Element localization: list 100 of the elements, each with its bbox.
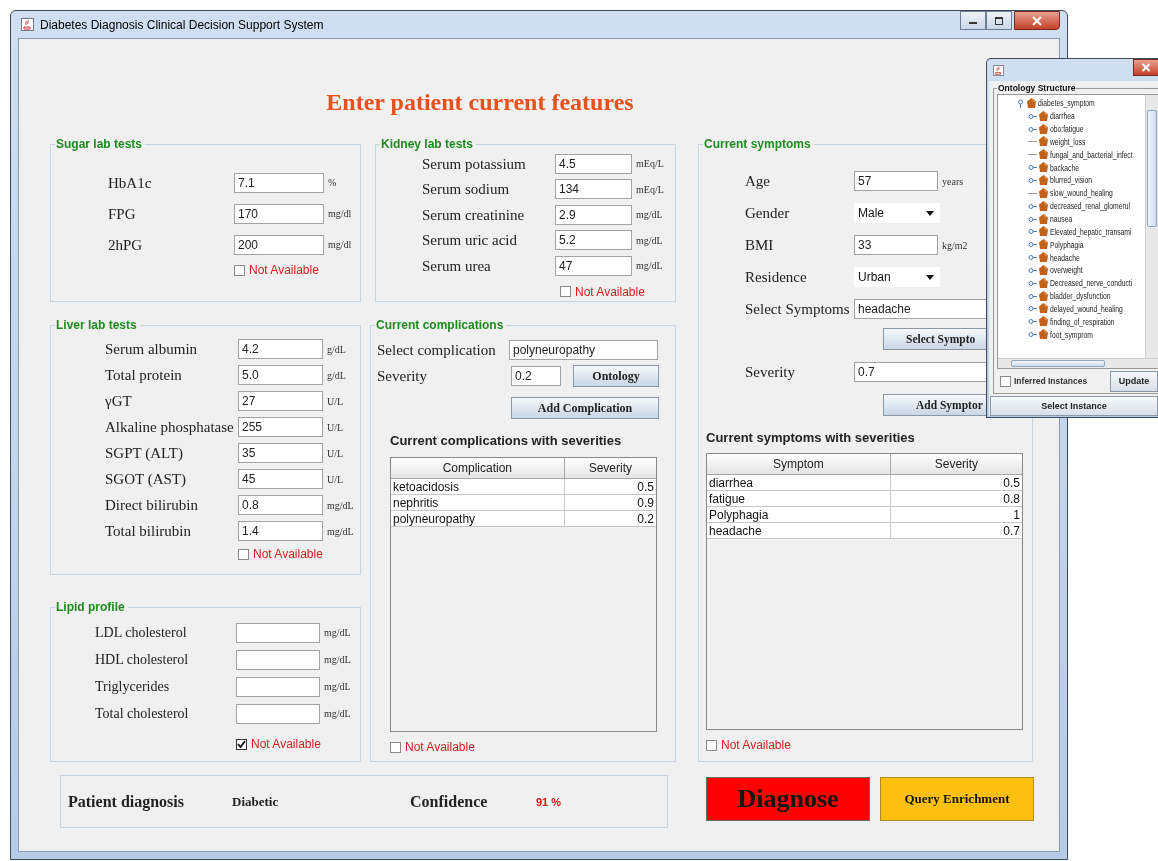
tree-item[interactable]: bladder_dysfunction (1050, 291, 1111, 302)
checkbox[interactable] (560, 286, 571, 297)
input-field[interactable]: 4.2 (238, 339, 323, 359)
tree-handle-icon[interactable] (1028, 317, 1037, 327)
input-field[interactable]: 4.5 (555, 153, 632, 174)
input-field[interactable]: 1.4 (238, 521, 323, 541)
input-field[interactable]: polyneuropathy (509, 340, 658, 360)
tree-item[interactable]: slow_wound_healing (1050, 188, 1113, 199)
vertical-scrollbar[interactable] (1145, 95, 1158, 358)
input-field[interactable]: 7.1 (234, 172, 324, 193)
table-title: Current complications with severities (390, 433, 623, 449)
query-enrichment-button[interactable]: Query Enrichment (880, 777, 1034, 821)
update-button[interactable]: Update (1110, 370, 1158, 392)
input-field[interactable]: 0.8 (238, 495, 323, 515)
checkbox[interactable] (1000, 375, 1011, 387)
input-field[interactable]: 134 (555, 179, 632, 200)
ontology-button[interactable]: Ontology (573, 365, 659, 387)
tree-handle-icon[interactable] (1028, 111, 1037, 121)
tree-handle-icon[interactable] (1028, 124, 1037, 134)
column-header[interactable]: Severity (890, 454, 1022, 475)
column-header[interactable]: Symptom (707, 454, 891, 475)
tree-handle-icon[interactable] (1028, 265, 1037, 275)
tree-item[interactable]: Decreased_nerve_conducti (1050, 278, 1133, 289)
input-field[interactable]: 255 (238, 417, 323, 437)
tree-item[interactable]: backache (1050, 162, 1079, 173)
input-field[interactable]: 33 (854, 235, 938, 255)
input-field[interactable]: 27 (238, 391, 323, 411)
checkbox[interactable] (234, 264, 245, 276)
close-button[interactable] (1133, 59, 1158, 76)
input-field[interactable]: 57 (854, 171, 938, 191)
select-instance-button[interactable]: Select Instance (990, 396, 1158, 416)
tree-handle-icon[interactable] (1028, 176, 1037, 185)
minimize-button[interactable] (960, 11, 986, 30)
input-field[interactable]: 2.9 (555, 204, 632, 225)
field-label: Total cholesterol (95, 704, 190, 723)
dropdown[interactable]: Male (854, 203, 940, 223)
input-field[interactable]: 35 (238, 443, 323, 463)
tree-handle-icon[interactable] (1016, 98, 1025, 108)
tree-item[interactable]: overweight (1050, 265, 1083, 276)
horizontal-scrollbar[interactable] (998, 358, 1158, 368)
column-header[interactable]: Severity (564, 458, 656, 479)
field-label: Serum albumin (105, 340, 199, 358)
diagnose-button[interactable]: Diagnose (706, 777, 870, 821)
tree-handle-icon[interactable] (1028, 163, 1037, 173)
tree-item[interactable]: decreased_renal_glomerul (1050, 201, 1130, 212)
tree-handle-icon[interactable] (1028, 278, 1037, 288)
tree-item[interactable]: weight_loss (1050, 136, 1086, 147)
checkbox[interactable] (706, 739, 717, 751)
tree-item[interactable]: diarrhea (1050, 111, 1075, 122)
input-field[interactable]: 170 (234, 203, 324, 224)
window-title: Diabetes Diagnosis Clinical Decision Support System (40, 17, 324, 32)
checkbox[interactable] (236, 738, 247, 750)
tree-item[interactable]: delayed_wound_healing (1050, 303, 1123, 314)
class-icon (1027, 97, 1036, 109)
maximize-button[interactable] (986, 11, 1012, 30)
checkbox[interactable] (390, 741, 401, 753)
field-label: Severity (377, 367, 428, 385)
tree-item[interactable]: Polyphagia (1050, 239, 1084, 250)
tree-item[interactable]: headache (1050, 252, 1080, 263)
field-label: SGPT (ALT) (105, 444, 184, 462)
class-icon (1039, 149, 1048, 161)
input-field[interactable]: 5.0 (238, 365, 323, 385)
field-label: Serum creatinine (422, 205, 526, 224)
tree-item[interactable]: Elevated_hepatic_transami (1050, 226, 1132, 237)
input-field[interactable]: 0.2 (511, 366, 561, 386)
input-field[interactable]: 47 (555, 255, 632, 276)
dropdown[interactable]: Urban (854, 267, 940, 287)
unit-label: mEq/L (636, 183, 664, 195)
tree-item[interactable]: fungal_and_bacterial_infect (1050, 149, 1133, 160)
input-field[interactable]: 45 (238, 469, 323, 489)
close-button[interactable] (1014, 11, 1060, 30)
column-header[interactable]: Complication (391, 458, 565, 479)
field-label: Serum sodium (422, 180, 511, 199)
tree-item[interactable]: nausea (1050, 214, 1073, 224)
tree-handle-icon[interactable] (1028, 240, 1037, 250)
tree-handle-icon[interactable] (1028, 227, 1037, 237)
tree-handle-icon[interactable] (1028, 214, 1037, 224)
tree-item[interactable]: diabetes_symptom (1038, 98, 1095, 109)
input-field[interactable] (236, 703, 320, 724)
input-field[interactable] (236, 649, 320, 670)
input-field[interactable] (236, 622, 320, 643)
tree-handle-icon[interactable] (1028, 291, 1037, 301)
tree-item[interactable]: obo:fatigue (1050, 124, 1084, 135)
tree-item[interactable]: foot_symprom (1050, 329, 1093, 340)
checkbox[interactable] (238, 548, 249, 560)
field-label: γGT (105, 392, 133, 410)
tree-item[interactable]: blurred_vision (1050, 175, 1092, 186)
input-field[interactable]: 200 (234, 234, 324, 255)
input-field[interactable] (236, 676, 320, 697)
group-title: Sugar lab tests (55, 137, 144, 151)
tree-handle-icon[interactable] (1028, 330, 1037, 340)
add-complication-button[interactable]: Add Complication (511, 397, 659, 419)
tree-handle-icon[interactable] (1028, 304, 1037, 314)
input-field[interactable]: 5.2 (555, 230, 632, 251)
caret-icon (926, 274, 934, 280)
field-label: Triglycerides (95, 677, 171, 696)
tree-item[interactable]: finding_of_respiration (1050, 316, 1115, 327)
tree-handle-icon[interactable] (1028, 253, 1037, 263)
tree-handle-icon[interactable] (1028, 201, 1037, 211)
close-icon (1031, 15, 1043, 26)
